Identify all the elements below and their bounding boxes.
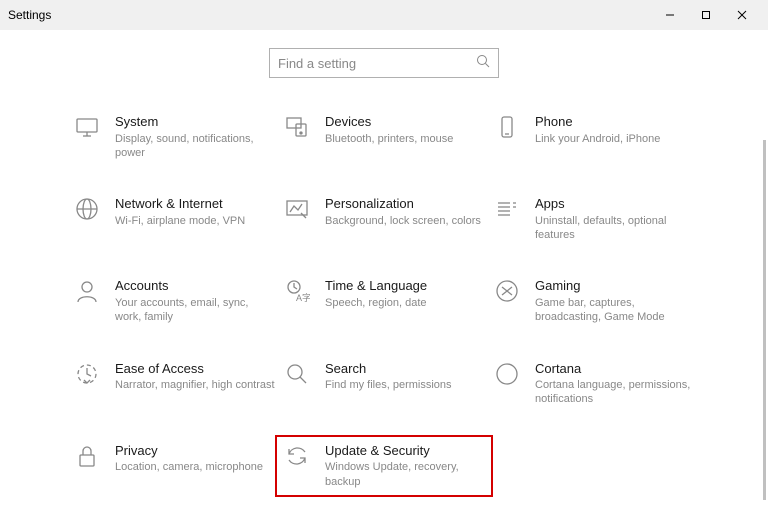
privacy-icon — [73, 443, 101, 471]
category-time-language[interactable]: A字 Time & Language Speech, region, date — [279, 274, 489, 328]
category-title: Time & Language — [325, 278, 427, 294]
category-desc: Windows Update, recovery, backup — [325, 460, 485, 489]
category-text: SearchFind my files, permissions — [325, 361, 452, 407]
category-privacy[interactable]: PrivacyLocation, camera, microphone — [69, 439, 279, 493]
category-text: Network & Internet Wi-Fi, airplane mode, … — [115, 196, 245, 242]
category-desc: Narrator, magnifier, high contrast — [115, 378, 275, 392]
category-update-security[interactable]: Update & SecurityWindows Update, recover… — [279, 439, 489, 493]
category-text: CortanaCortana language, permissions, no… — [535, 361, 695, 407]
category-text: Phone Link your Android, iPhone — [535, 114, 660, 160]
category-text: Personalization Background, lock screen, … — [325, 196, 481, 242]
category-desc: Display, sound, notifications, power — [115, 132, 275, 161]
category-desc: Your accounts, email, sync, work, family — [115, 296, 275, 325]
search-icon — [476, 54, 490, 73]
category-gaming[interactable]: Gaming Game bar, captures, broadcasting, … — [489, 274, 699, 328]
category-desc: Uninstall, defaults, optional features — [535, 214, 695, 243]
category-personalization[interactable]: Personalization Background, lock screen, … — [279, 192, 489, 246]
category-text: Time & Language Speech, region, date — [325, 278, 427, 324]
update-security-icon — [283, 443, 311, 471]
category-text: Gaming Game bar, captures, broadcasting, … — [535, 278, 695, 324]
category-text: PrivacyLocation, camera, microphone — [115, 443, 263, 489]
accounts-icon — [73, 278, 101, 306]
category-title: Cortana — [535, 361, 695, 377]
search-icon — [283, 361, 311, 389]
category-title: Privacy — [115, 443, 263, 459]
cortana-icon — [493, 361, 521, 389]
system-icon — [73, 114, 101, 142]
category-text: Update & SecurityWindows Update, recover… — [325, 443, 485, 489]
category-title: Update & Security — [325, 443, 485, 459]
category-apps[interactable]: Apps Uninstall, defaults, optional featur… — [489, 192, 699, 246]
category-text: Devices Bluetooth, printers, mouse — [325, 114, 453, 160]
category-title: Gaming — [535, 278, 695, 294]
category-system[interactable]: System Display, sound, notifications, pow… — [69, 110, 279, 164]
category-desc: Background, lock screen, colors — [325, 214, 481, 228]
category-text: Accounts Your accounts, email, sync, work… — [115, 278, 275, 324]
category-desc: Wi-Fi, airplane mode, VPN — [115, 214, 245, 228]
time-language-icon: A字 — [283, 278, 311, 306]
scrollbar[interactable] — [763, 140, 766, 500]
category-network[interactable]: Network & Internet Wi-Fi, airplane mode, … — [69, 192, 279, 246]
settings-grid: System Display, sound, notifications, pow… — [0, 110, 768, 493]
category-title: Ease of Access — [115, 361, 275, 377]
category-desc: Bluetooth, printers, mouse — [325, 132, 453, 146]
category-text: System Display, sound, notifications, pow… — [115, 114, 275, 160]
category-cortana[interactable]: CortanaCortana language, permissions, no… — [489, 357, 699, 411]
category-title: Network & Internet — [115, 196, 245, 212]
category-title: Phone — [535, 114, 660, 130]
network-icon — [73, 196, 101, 224]
category-title: Search — [325, 361, 452, 377]
category-text: Ease of AccessNarrator, magnifier, high … — [115, 361, 275, 407]
apps-icon — [493, 196, 521, 224]
svg-text:A字: A字 — [296, 292, 310, 303]
category-text: Apps Uninstall, defaults, optional featur… — [535, 196, 695, 242]
category-phone[interactable]: Phone Link your Android, iPhone — [489, 110, 699, 164]
category-ease-of-access[interactable]: Ease of AccessNarrator, magnifier, high … — [69, 357, 279, 411]
content-area: System Display, sound, notifications, pow… — [0, 30, 768, 519]
category-desc: Link your Android, iPhone — [535, 132, 660, 146]
category-title: System — [115, 114, 275, 130]
category-title: Apps — [535, 196, 695, 212]
category-title: Accounts — [115, 278, 275, 294]
title-bar: Settings — [0, 0, 768, 30]
category-title: Personalization — [325, 196, 481, 212]
category-devices[interactable]: Devices Bluetooth, printers, mouse — [279, 110, 489, 164]
category-desc: Game bar, captures, broadcasting, Game M… — [535, 296, 695, 325]
category-title: Devices — [325, 114, 453, 130]
maximize-button[interactable] — [688, 0, 724, 30]
category-search[interactable]: SearchFind my files, permissions — [279, 357, 489, 411]
phone-icon — [493, 114, 521, 142]
ease-of-access-icon — [73, 361, 101, 389]
window-title: Settings — [8, 8, 51, 22]
category-desc: Speech, region, date — [325, 296, 427, 310]
search-input[interactable] — [278, 56, 476, 71]
category-desc: Location, camera, microphone — [115, 460, 263, 474]
minimize-button[interactable] — [652, 0, 688, 30]
close-button[interactable] — [724, 0, 760, 30]
gaming-icon — [493, 278, 521, 306]
search-box[interactable] — [269, 48, 499, 78]
window-controls — [652, 0, 760, 30]
category-desc: Find my files, permissions — [325, 378, 452, 392]
category-accounts[interactable]: Accounts Your accounts, email, sync, work… — [69, 274, 279, 328]
category-desc: Cortana language, permissions, notificat… — [535, 378, 695, 407]
personalization-icon — [283, 196, 311, 224]
devices-icon — [283, 114, 311, 142]
